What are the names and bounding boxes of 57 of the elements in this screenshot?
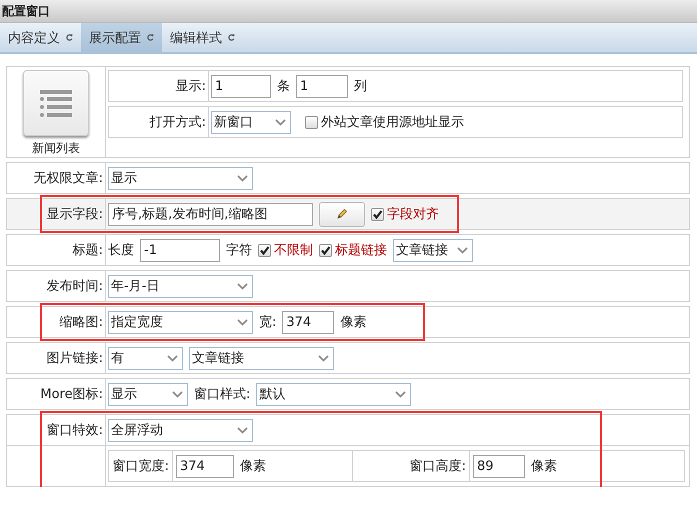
dropdown[interactable]: 全屏浮动 (108, 418, 253, 442)
field-label: 窗口宽度: (112, 458, 169, 475)
field-label: 列 (354, 78, 367, 95)
field-label: 窗口特效: (46, 422, 103, 439)
module-label: 新闻列表 (32, 140, 80, 157)
tab[interactable]: 展示配置 (81, 23, 162, 52)
field-label: 窗口高度: (410, 458, 466, 475)
window-title: 配置窗口 (0, 0, 697, 23)
dropdown[interactable]: 新窗口 (211, 110, 291, 134)
input-field[interactable]: 1 (296, 74, 348, 98)
unit-label: 像素 (531, 458, 557, 475)
input-field[interactable]: 序号,标题,发布时间,缩略图 (108, 202, 313, 226)
input-field[interactable]: 374 (176, 454, 234, 478)
field-label: 条 (277, 78, 290, 95)
checkbox-label[interactable]: 标题链接 (335, 241, 387, 259)
field-label: 窗口样式: (194, 386, 250, 403)
input-field[interactable]: 89 (473, 454, 525, 478)
field-label: 打开方式: (150, 114, 206, 131)
checkbox-label[interactable]: 外站文章使用源地址显示 (321, 113, 464, 131)
checkbox-label[interactable]: 字段对齐 (387, 205, 439, 223)
dropdown[interactable]: 有 (108, 346, 183, 370)
dropdown[interactable]: 文章链接 (189, 346, 334, 370)
checkbox[interactable] (305, 116, 318, 128)
field-label: 宽: (259, 314, 276, 331)
dropdown[interactable]: 指定宽度 (108, 310, 253, 334)
edit-button[interactable] (319, 202, 365, 226)
field-label: 无权限文章: (34, 170, 103, 187)
refresh-icon[interactable] (228, 34, 235, 41)
refresh-icon[interactable] (147, 34, 154, 41)
unit-label: 像素 (240, 458, 266, 475)
tab[interactable]: 内容定义 (0, 23, 81, 52)
field-label: 缩略图: (60, 314, 103, 331)
dropdown[interactable]: 文章链接 (393, 238, 473, 262)
input-field[interactable]: -1 (140, 238, 220, 262)
input-field[interactable]: 1 (211, 74, 271, 98)
field-label: 显示: (176, 78, 206, 95)
dropdown[interactable]: 年-月-日 (108, 274, 253, 298)
dropdown[interactable]: 显示 (108, 382, 188, 406)
tab[interactable]: 编辑样式 (162, 23, 243, 52)
field-label: 标题: (72, 242, 103, 259)
checkbox[interactable] (319, 244, 332, 256)
field-label: 图片链接: (46, 350, 103, 367)
refresh-icon[interactable] (66, 34, 73, 41)
dropdown[interactable]: 显示 (108, 166, 253, 190)
news-list-button[interactable] (23, 70, 89, 136)
field-label: 显示字段: (46, 206, 103, 223)
checkbox[interactable] (258, 244, 271, 256)
input-field[interactable]: 374 (282, 310, 334, 334)
checkbox-label[interactable]: 不限制 (274, 241, 313, 259)
pencil-icon (336, 208, 348, 220)
field-label: More图标: (40, 386, 103, 403)
field-label: 发布时间: (46, 278, 103, 295)
field-label: 长度 (108, 242, 134, 259)
field-label: 像素 (340, 314, 366, 331)
dropdown[interactable]: 默认 (256, 382, 412, 406)
field-label: 字符 (226, 242, 252, 259)
checkbox[interactable] (371, 208, 384, 220)
